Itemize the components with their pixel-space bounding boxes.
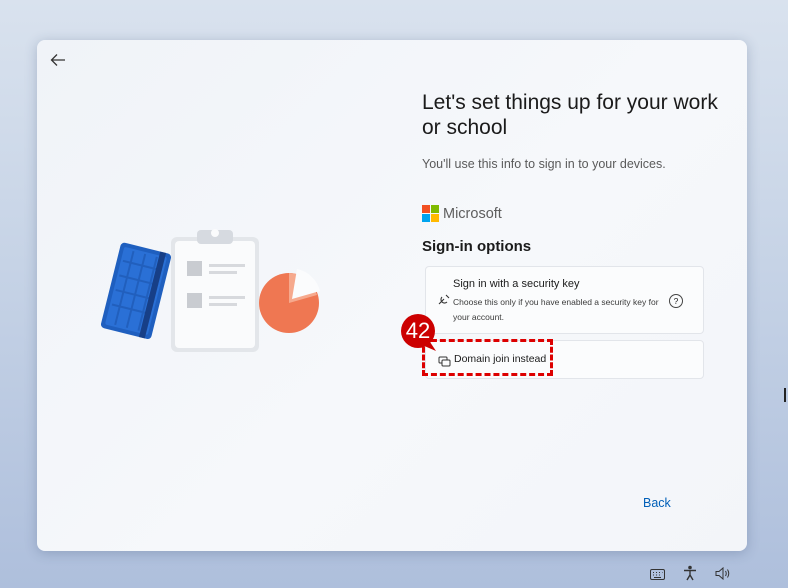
keyboard-icon[interactable] xyxy=(650,567,665,585)
microsoft-name: Microsoft xyxy=(443,205,502,222)
volume-icon[interactable] xyxy=(715,566,731,585)
accessibility-icon[interactable] xyxy=(683,565,697,586)
setup-window: Let's set things up for your work or sch… xyxy=(37,40,747,551)
security-key-icon xyxy=(437,293,450,311)
signin-options-heading: Sign-in options xyxy=(422,238,532,255)
system-tray xyxy=(650,565,731,586)
microsoft-brand: Microsoft xyxy=(422,205,502,222)
back-button[interactable]: Back xyxy=(643,496,671,510)
annotation-highlight xyxy=(422,339,553,376)
work-school-illustration xyxy=(100,225,326,355)
page-subtitle: You'll use this info to sign in to your … xyxy=(422,157,666,171)
microsoft-logo-icon xyxy=(422,205,439,222)
page-title: Let's set things up for your work or sch… xyxy=(422,91,718,139)
step-number: 42 xyxy=(405,318,431,343)
edge-marker xyxy=(784,388,786,402)
security-key-title: Sign in with a security key xyxy=(453,278,580,290)
back-arrow-icon[interactable] xyxy=(47,50,69,70)
security-key-description: Choose this only if you have enabled a s… xyxy=(453,297,659,322)
security-key-option[interactable]: Sign in with a security key Choose this … xyxy=(425,266,704,334)
help-icon[interactable]: ? xyxy=(669,294,683,308)
